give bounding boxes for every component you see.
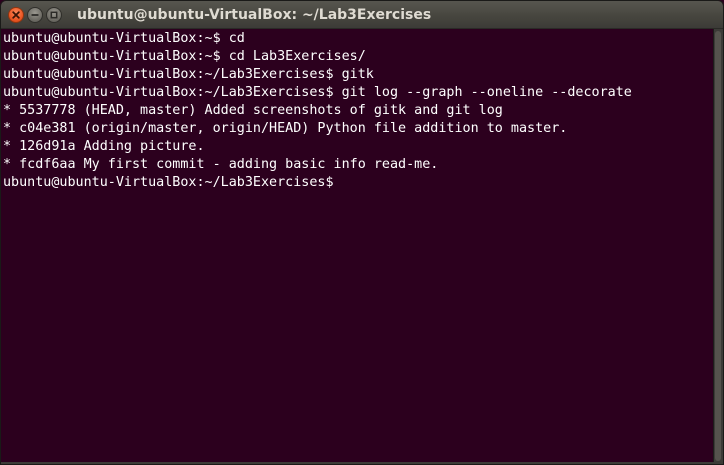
close-icon xyxy=(12,11,20,19)
terminal-line: ubuntu@ubuntu-VirtualBox:~$ cd xyxy=(3,31,245,46)
terminal-line: * c04e381 (origin/master, origin/HEAD) P… xyxy=(3,121,568,136)
maximize-icon xyxy=(50,11,58,19)
vertical-scrollbar[interactable] xyxy=(713,29,723,464)
prompt-text: ubuntu@ubuntu-VirtualBox:~/Lab3Exercises… xyxy=(3,175,342,190)
terminal-line: ubuntu@ubuntu-VirtualBox:~/Lab3Exercises… xyxy=(3,85,632,100)
close-button[interactable] xyxy=(8,7,24,23)
terminal-line: * 126d91a Adding picture. xyxy=(3,139,205,154)
window-controls xyxy=(8,7,62,23)
prompt-line[interactable]: ubuntu@ubuntu-VirtualBox:~/Lab3Exercises… xyxy=(3,174,715,192)
text-cursor xyxy=(342,174,350,189)
title-bar[interactable]: ubuntu@ubuntu-VirtualBox: ~/Lab3Exercise… xyxy=(1,1,723,29)
minimize-button[interactable] xyxy=(27,7,43,23)
window-bottom-edge xyxy=(1,462,723,464)
terminal-line: ubuntu@ubuntu-VirtualBox:~/Lab3Exercises… xyxy=(3,67,374,82)
scrollbar-thumb[interactable] xyxy=(715,31,721,461)
terminal-line: * 5537778 (HEAD, master) Added screensho… xyxy=(3,103,503,118)
terminal-output[interactable]: ubuntu@ubuntu-VirtualBox:~$ cd ubuntu@ub… xyxy=(1,29,715,464)
maximize-button[interactable] xyxy=(46,7,62,23)
window-title: ubuntu@ubuntu-VirtualBox: ~/Lab3Exercise… xyxy=(77,7,432,23)
terminal-line: ubuntu@ubuntu-VirtualBox:~$ cd Lab3Exerc… xyxy=(3,49,366,64)
terminal-window: ubuntu@ubuntu-VirtualBox: ~/Lab3Exercise… xyxy=(0,0,724,465)
minimize-icon xyxy=(31,14,39,16)
terminal-line: * fcdf6aa My first commit - adding basic… xyxy=(3,157,439,172)
